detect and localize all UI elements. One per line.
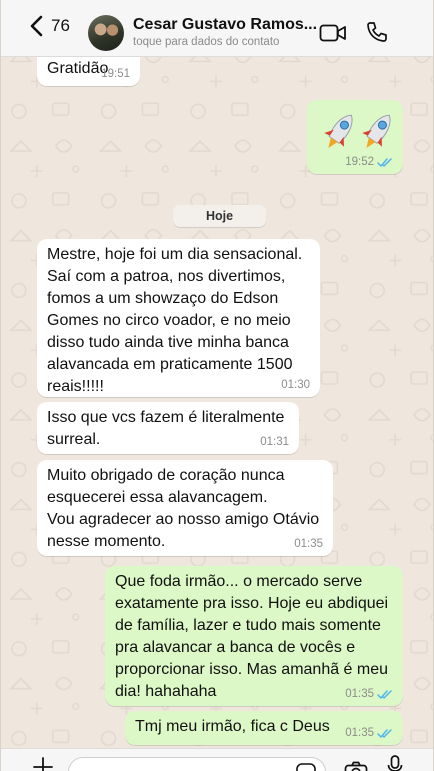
date-divider: Hoje: [173, 205, 266, 227]
microphone-icon[interactable]: [387, 755, 403, 771]
message-time: 19:51: [101, 68, 130, 80]
contact-info[interactable]: Cesar Gustavo Ramos... toque para dados …: [133, 16, 317, 48]
chevron-left-icon: [30, 15, 43, 37]
message-time: 01:35: [294, 538, 323, 550]
read-receipt-icon: [377, 157, 392, 167]
contact-subtitle: toque para dados do contato: [133, 36, 280, 48]
video-call-icon[interactable]: [319, 23, 347, 43]
plus-icon[interactable]: [33, 757, 53, 771]
rocket-emoji-icon: [324, 114, 391, 149]
message-text: Gratidão: [47, 60, 109, 77]
message-bubble-outgoing[interactable]: Tmj meu irmão, fica c Deus 01:35: [125, 711, 403, 745]
message-bubble-incoming[interactable]: Muito obrigado de coração nunca esquecer…: [37, 460, 333, 556]
message-time: 01:31: [260, 436, 289, 448]
read-receipt-icon: [377, 728, 392, 738]
message-time: 01:35: [345, 727, 393, 739]
message-time: 01:30: [281, 379, 310, 391]
contact-avatar[interactable]: [88, 15, 124, 51]
message-text: Tmj meu irmão, fica c Deus: [135, 718, 330, 735]
message-input[interactable]: [68, 757, 326, 771]
back-button[interactable]: 76: [29, 15, 70, 37]
message-text: Isso que vcs fazem é literalmente surrea…: [47, 409, 285, 448]
sticker-icon[interactable]: [295, 762, 317, 771]
message-bubble-incoming[interactable]: Mestre, hoje foi um dia sensacional. Saí…: [37, 239, 320, 397]
message-time: 01:35: [345, 688, 393, 700]
phone-icon[interactable]: [365, 20, 389, 44]
message-bubble-incoming[interactable]: Isso que vcs fazem é literalmente surrea…: [37, 402, 299, 454]
unread-count: 76: [51, 16, 70, 35]
camera-icon[interactable]: [344, 761, 368, 771]
contact-name: Cesar Gustavo Ramos...: [133, 16, 318, 33]
message-text: Mestre, hoje foi um dia sensacional. Saí…: [47, 246, 303, 395]
chat-header: 76 Cesar Gustavo Ramos... toque para dad…: [1, 0, 433, 57]
message-time: 19:52: [345, 156, 393, 168]
message-text: Que foda irmão... o mercado serve exatam…: [115, 573, 389, 700]
message-text: Muito obrigado de coração nunca esquecer…: [47, 467, 320, 550]
message-bubble-outgoing[interactable]: Que foda irmão... o mercado serve exatam…: [105, 566, 403, 706]
message-bubble-outgoing[interactable]: 19:52: [307, 100, 403, 174]
composer-bar: [1, 748, 433, 771]
message-bubble-incoming[interactable]: Gratidão 19:51: [37, 54, 140, 86]
chat-screen: 76 Cesar Gustavo Ramos... toque para dad…: [0, 0, 434, 771]
read-receipt-icon: [377, 689, 392, 699]
